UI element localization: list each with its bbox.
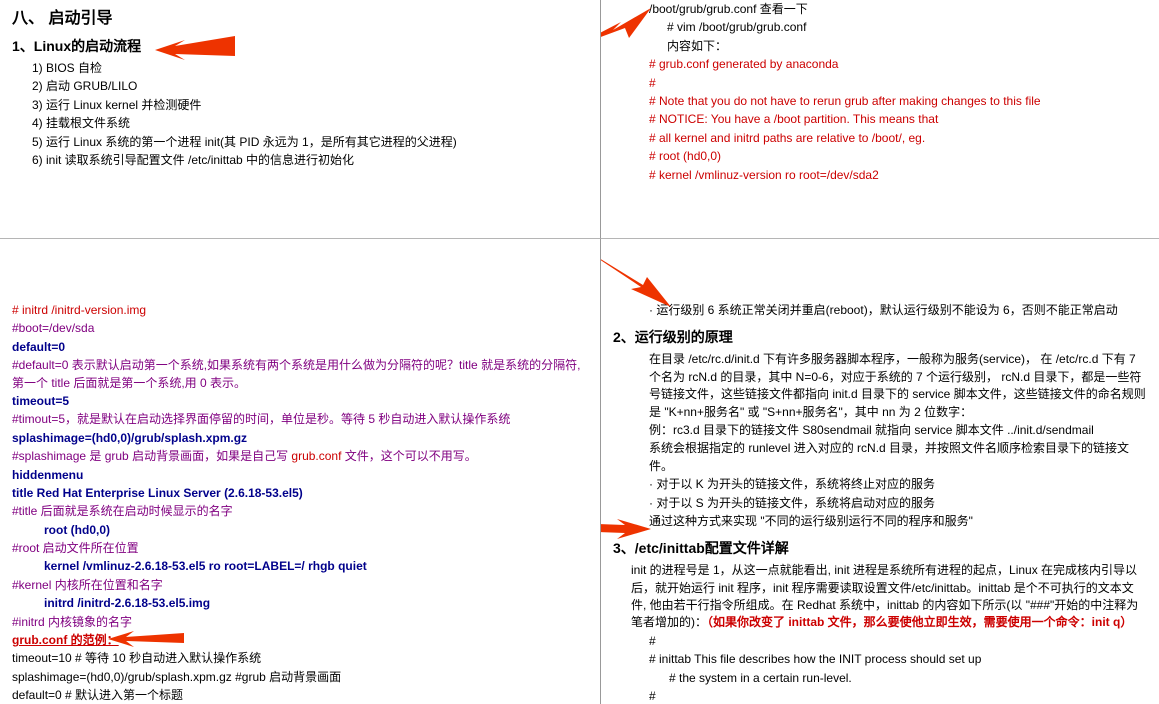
text-line: # vim /boot/grub/grub.conf [649,19,1147,36]
config-line: splashimage=(hd0,0)/grub/splash.xpm.gz [12,430,588,447]
config-line: default=0 # 默认进入第一个标题 [12,687,588,704]
config-line: splashimage=(hd0,0)/grub/splash.xpm.gz #… [12,669,588,686]
heading-8: 八、 启动引导 [12,4,588,28]
comment-line: #default=0 表示默认启动第一个系统,如果系统有两个系统是用什么做为分隔… [12,357,588,392]
comment-line: # NOTICE: You have a /boot partition. Th… [649,111,1147,128]
heading-1-1: 1、Linux的启动流程 [12,36,588,56]
config-line: #boot=/dev/sda [12,320,588,337]
comment-line: # kernel /vmlinuz-version ro root=/dev/s… [649,167,1147,184]
bullet-item: · 对于以 S 为开头的链接文件，系统将启动对应的服务 [613,495,1147,512]
list-item: 4) 挂载根文件系统 [32,115,588,132]
highlight-text: （如果你改变了 inittab 文件，那么要使他立即生效，需要使用一个命令：in… [707,615,1132,629]
text: grub.conf 的范例： [12,633,119,647]
code-line: # inittab This file describes how the IN… [613,651,1147,668]
list-item: 6) init 读取系统引导配置文件 /etc/inittab 中的信息进行初始… [32,152,588,169]
comment-line: # [649,75,1147,92]
code-line: # the system in a certain run-level. [613,670,1147,687]
text: #splashimage 是 grub 启动背景画面，如果是自己写 [12,449,291,463]
comment-line: #kernel 内核所在位置和名字 [12,577,588,594]
config-line: kernel /vmlinuz-2.6.18-53.el5 ro root=LA… [12,558,588,575]
text-line: /boot/grub/grub.conf 查看一下 [649,1,1147,18]
config-line: root (hd0,0) [12,522,588,539]
comment-line: # all kernel and initrd paths are relati… [649,130,1147,147]
config-line: default=0 [12,339,588,356]
comment-line: #root 启动文件所在位置 [12,540,588,557]
list-item: 3) 运行 Linux kernel 并检测硬件 [32,97,588,114]
list-item: 5) 运行 Linux 系统的第一个进程 init(其 PID 永远为 1，是所… [32,134,588,151]
comment-line: #initrd 内核镜象的名字 [12,614,588,631]
text: grub.conf [291,449,341,463]
config-line: title Red Hat Enterprise Linux Server (2… [12,485,588,502]
comment-line: # grub.conf generated by anaconda [649,56,1147,73]
page-top-left: 八、 启动引导 1、Linux的启动流程 1) BIOS 自检 2) 启动 GR… [0,0,600,238]
paragraph: init 的进程号是 1，从这一点就能看出, init 进程是系统所有进程的起点… [613,562,1147,632]
comment-line: # root (hd0,0) [649,148,1147,165]
comment-line: #splashimage 是 grub 启动背景画面，如果是自己写 grub.c… [12,448,588,465]
text: 文件，这个可以不用写。 [341,449,476,463]
comment-line: # initrd /initrd-version.img [12,302,588,319]
heading-2: 2、运行级别的原理 [613,327,1147,347]
text-line: 内容如下： [649,38,1147,55]
config-line: timeout=10 # 等待 10 秒自动进入默认操作系统 [12,650,588,667]
config-line: timeout=5 [12,393,588,410]
bullet-item: · 运行级别 6 系统正常关闭并重启(reboot)，默认运行级别不能设为 6，… [613,302,1147,319]
bullet-item: · 对于以 K 为开头的链接文件，系统将终止对应的服务 [613,476,1147,493]
heading-3: 3、/etc/inittab配置文件详解 [613,538,1147,558]
page-bottom-left: # initrd /initrd-version.img #boot=/dev/… [0,238,600,704]
config-line: initrd /initrd-2.6.18-53.el5.img [12,595,588,612]
comment-line: #timout=5，就是默认在启动选择界面停留的时间，单位是秒。等待 5 秒自动… [12,411,588,428]
page-top-right: /boot/grub/grub.conf 查看一下 # vim /boot/gr… [600,0,1159,238]
list-item: 1) BIOS 自检 [32,60,588,77]
comment-line: # Note that you do not have to rerun gru… [649,93,1147,110]
arrow-icon [600,8,651,48]
comment-line: #title 后面就是系统在启动时候显示的名字 [12,503,588,520]
paragraph: 通过这种方式来实现 "不同的运行级别运行不同的程序和服务" [613,513,1147,530]
example-heading: grub.conf 的范例： [12,632,588,649]
paragraph: 例：rc3.d 目录下的链接文件 S80sendmail 就指向 service… [613,422,1147,439]
boot-process-list: 1) BIOS 自检 2) 启动 GRUB/LILO 3) 运行 Linux k… [32,60,588,169]
code-line: # [613,688,1147,704]
config-line: hiddenmenu [12,467,588,484]
paragraph: 在目录 /etc/rc.d/init.d 下有许多服务器脚本程序，一般称为服务(… [613,351,1147,421]
list-item: 2) 启动 GRUB/LILO [32,78,588,95]
page-bottom-right: · 运行级别 6 系统正常关闭并重启(reboot)，默认运行级别不能设为 6，… [600,238,1159,704]
paragraph: 系统会根据指定的 runlevel 进入对应的 rcN.d 目录，并按照文件名顺… [613,440,1147,475]
code-line: # [613,633,1147,650]
